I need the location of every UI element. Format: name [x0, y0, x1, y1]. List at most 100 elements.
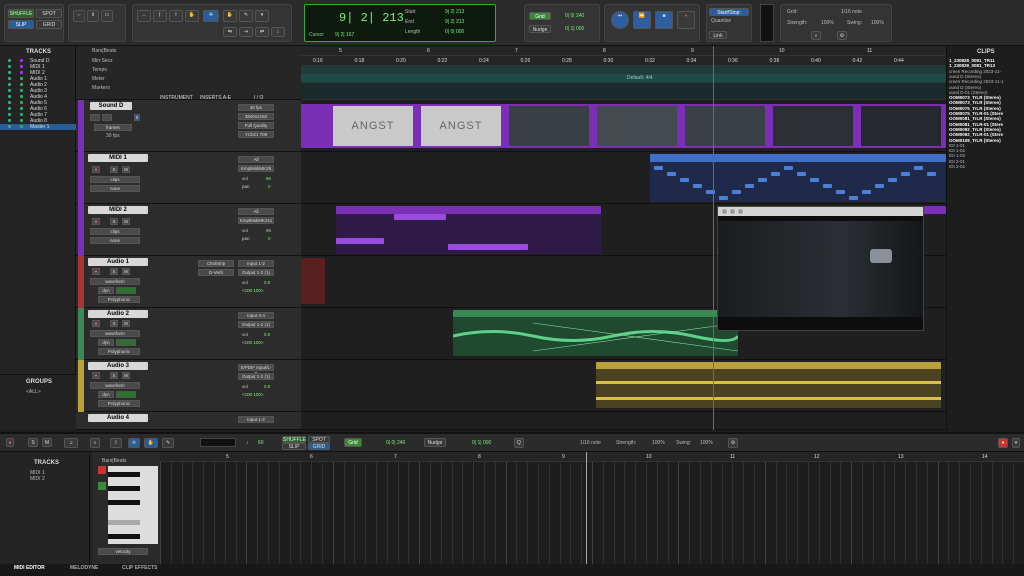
- clip-list-item[interactable]: creen Recording 2023-11-1: [949, 79, 1003, 84]
- grabber-icon[interactable]: ✋: [144, 438, 158, 448]
- clip-list-item[interactable]: ound D (Stereo): [949, 85, 981, 90]
- track-name[interactable]: Audio 3: [88, 362, 148, 370]
- dyn-button[interactable]: dyn: [98, 339, 114, 346]
- clip-list-item[interactable]: ound D-01 (Stereo): [949, 90, 988, 95]
- link-icon[interactable]: ⇆: [223, 27, 237, 37]
- audio-input[interactable]: S/PDIF Input/L-R: [238, 364, 274, 376]
- zoom-out-icon[interactable]: ⇔: [73, 10, 85, 22]
- stop-icon[interactable]: ■: [655, 11, 673, 29]
- track-name[interactable]: MIDI 2: [88, 206, 148, 214]
- piano-black-key[interactable]: [108, 500, 140, 505]
- tab-to-transient-icon[interactable]: ⇥: [239, 27, 253, 37]
- clip-list-item[interactable]: creen Recording 2023-11-: [949, 69, 1001, 74]
- midi-note[interactable]: [836, 190, 845, 194]
- insert-1[interactable]: ChnlStrip: [198, 260, 234, 267]
- midi-input[interactable]: All: [238, 208, 274, 215]
- start-value[interactable]: 9| 2| 213: [445, 9, 464, 15]
- video-color[interactable]: YCbCr 709: [238, 131, 274, 138]
- show-track-icon[interactable]: [8, 77, 11, 80]
- start-stop-button[interactable]: Start/Stop:: [709, 8, 749, 16]
- tool-menu-icon[interactable]: ▾: [255, 10, 269, 22]
- midi-editor-track[interactable]: MIDI 2: [30, 476, 45, 482]
- elastic-mode[interactable]: Polyphonic: [98, 296, 140, 303]
- tempo-ruler[interactable]: [301, 66, 946, 74]
- nudge-value[interactable]: 0| 1| 000: [472, 440, 491, 446]
- search-icon[interactable]: ⌕: [811, 31, 821, 40]
- clip-list-item[interactable]: 1_230828_0081_TR13: [949, 63, 995, 68]
- midi-1-lane[interactable]: MIDI 1-03: [301, 152, 946, 204]
- pan-value[interactable]: <100 100>: [242, 340, 264, 345]
- tab-melodyne[interactable]: MELODYNE: [70, 565, 98, 571]
- mirror-icon[interactable]: ⇄: [255, 27, 269, 37]
- midi-note[interactable]: [771, 172, 780, 176]
- audio-clip[interactable]: ZOOM0092_TrLR-01: [453, 310, 738, 356]
- tab-clip-effects[interactable]: CLIP EFFECTS: [122, 565, 157, 571]
- pan-value[interactable]: 0: [268, 184, 271, 189]
- mute-button[interactable]: M: [42, 438, 52, 447]
- piano-keyboard[interactable]: [108, 466, 158, 544]
- track-mode-selector[interactable]: none: [90, 185, 140, 192]
- piano-black-key[interactable]: [108, 486, 140, 491]
- midi-note[interactable]: [758, 178, 767, 182]
- solo-button[interactable]: S: [110, 218, 118, 225]
- midi-note[interactable]: [914, 166, 923, 170]
- tempo-value[interactable]: 60: [258, 440, 264, 446]
- track-name[interactable]: Audio 2: [88, 310, 148, 318]
- midi-clip[interactable]: MIDI 1-03: [650, 154, 946, 202]
- grid-value[interactable]: 0| 0| 240: [386, 440, 405, 446]
- zoomer-tool-icon[interactable]: ↔: [137, 10, 151, 22]
- smart-tool-icon[interactable]: ✛: [203, 10, 219, 22]
- swing-value[interactable]: 100%: [700, 440, 713, 446]
- clip-list-item[interactable]: OOM0075_TrLR-01 (Stere: [949, 111, 1003, 116]
- midi-note[interactable]: [745, 184, 754, 188]
- audio-input[interactable]: Input 1-2: [238, 416, 274, 423]
- show-track-icon[interactable]: [8, 107, 11, 110]
- bars-ruler[interactable]: 5 6 7 8 9 10 11: [301, 46, 946, 56]
- insertion-follows-icon[interactable]: ↕: [271, 27, 285, 37]
- record-arm-button[interactable]: ●: [92, 166, 100, 173]
- grid-mode-button[interactable]: GRID: [308, 443, 330, 450]
- piano-key-selected[interactable]: [108, 520, 140, 525]
- zoom-icon[interactable]: ⌕: [90, 438, 100, 448]
- track-mode-selector[interactable]: none: [90, 237, 140, 244]
- dyn-button[interactable]: dyn: [98, 391, 114, 398]
- solo-button[interactable]: S: [110, 268, 118, 275]
- return-to-zero-icon[interactable]: ⏮: [611, 11, 629, 29]
- solo-button[interactable]: S: [110, 320, 118, 327]
- pencil-icon[interactable]: ✎: [162, 438, 174, 448]
- midi-note[interactable]: [810, 178, 819, 182]
- piano-roll-grid[interactable]: 5 6 7 8 9 10 11 12 13 14: [160, 452, 1024, 566]
- group-all[interactable]: <ALL>: [26, 389, 41, 395]
- midi-input[interactable]: All: [238, 156, 274, 163]
- volume-value[interactable]: 0.0: [264, 332, 270, 337]
- audio-clip[interactable]: ZOOM0075_TrLR-01: [596, 362, 941, 408]
- video-quality[interactable]: Full Quality: [238, 122, 274, 129]
- record-arm-button[interactable]: ●: [92, 320, 100, 327]
- midi-note[interactable]: [654, 166, 663, 170]
- record-icon[interactable]: ●: [677, 11, 695, 29]
- slip-button[interactable]: SLIP: [282, 443, 306, 450]
- clip-list-item[interactable]: OOM0081_TrLR-01 (Stere: [949, 122, 1003, 127]
- midi-output[interactable]: KmplMidiMK211: [238, 217, 274, 224]
- grid-note-value[interactable]: 1/16 note: [841, 9, 862, 15]
- video-0-icon[interactable]: 0: [134, 114, 140, 121]
- nudge-button[interactable]: Nudge: [424, 438, 446, 447]
- audio-4-lane[interactable]: [301, 412, 946, 430]
- grid-button[interactable]: Grid: [529, 12, 551, 20]
- timebase-button[interactable]: [116, 287, 136, 294]
- track-view-selector[interactable]: waveform: [90, 382, 140, 389]
- grid-value[interactable]: 0| 0| 240: [565, 13, 584, 19]
- volume-value[interactable]: 0.0: [264, 384, 270, 389]
- video-lane[interactable]: ANGST ANGST: [301, 100, 946, 152]
- rewind-icon[interactable]: ⏪: [633, 11, 651, 29]
- track-view-selector[interactable]: clips: [90, 228, 140, 235]
- video-window[interactable]: [717, 206, 924, 331]
- elastic-mode[interactable]: Polyphonic: [98, 348, 140, 355]
- show-track-icon[interactable]: [8, 101, 11, 104]
- spot-button[interactable]: SPOT: [308, 436, 330, 443]
- clip-list-item[interactable]: OOM0073_TrLR (Stereo): [949, 95, 1001, 100]
- strength-value[interactable]: 100%: [821, 20, 834, 26]
- solo-button[interactable]: S: [110, 166, 118, 173]
- clip-list-item[interactable]: OOM0092_TrLR (Stereo): [949, 127, 1001, 132]
- mute-button[interactable]: M: [122, 268, 130, 275]
